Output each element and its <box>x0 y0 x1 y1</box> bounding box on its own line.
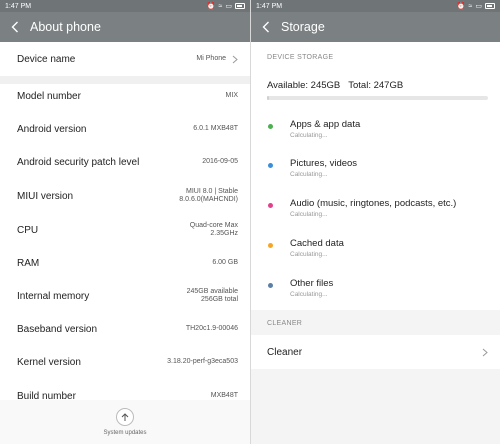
back-button[interactable] <box>8 20 22 34</box>
chevron-left-icon <box>11 21 18 33</box>
battery-icon <box>485 3 495 9</box>
kernel-version-row: Kernel version 3.18.20-perf-g3eca503 <box>0 348 250 376</box>
category-name: Other files <box>290 278 334 289</box>
android-version-row[interactable]: Android version 6.0.1 MXB48T <box>0 115 250 143</box>
storage-screen: 1:47 PM ⏰ ≈ ▭ Storage DEVICE STORAGE Ava… <box>251 0 500 444</box>
chevron-left-icon <box>262 21 269 33</box>
row-label: Baseband version <box>17 323 98 335</box>
category-apps[interactable]: Apps & app data Calculating... <box>267 119 492 155</box>
storage-summary: Available: 245GB Total: 247GB <box>267 80 411 91</box>
cleaner-label: Cleaner <box>267 346 303 358</box>
security-patch-row: Android security patch level 2016-09-05 <box>0 148 250 176</box>
page-title: About phone <box>30 20 101 34</box>
alarm-icon: ⏰ <box>206 2 216 10</box>
legend-dot <box>268 283 273 288</box>
back-button[interactable] <box>259 20 273 34</box>
status-bar: 1:47 PM ⏰ ≈ ▭ <box>0 0 250 12</box>
cpu-row: CPU Quad-core Max 2.35GHz <box>0 215 250 245</box>
battery-icon <box>235 3 245 9</box>
total-text: Total: 247GB <box>348 80 404 91</box>
row-label: RAM <box>17 257 40 269</box>
device-name-row[interactable]: Device name Mi Phone <box>0 42 250 76</box>
internal-memory-row[interactable]: Internal memory 245GB available 256GB to… <box>0 281 250 311</box>
row-value: MIUI 8.0 | Stable 8.0.6.0(MAHCNDI) <box>179 187 238 203</box>
row-label: Model number <box>17 91 81 102</box>
wifi-icon: ≈ <box>218 2 223 10</box>
system-updates-button[interactable] <box>116 408 134 426</box>
status-time: 1:47 PM <box>256 2 283 10</box>
row-value: TH20c1.9-00046 <box>185 324 238 332</box>
row-value: MXB48T <box>210 391 238 399</box>
row-value: 6.0.1 MXB48T <box>193 124 238 132</box>
row-label: Device name <box>17 53 76 65</box>
row-label: CPU <box>17 224 39 236</box>
legend-dot <box>268 243 273 248</box>
about-phone-screen: 1:47 PM ⏰ ≈ ▭ About phone Device name Mi… <box>0 0 250 444</box>
row-value: Mi Phone <box>196 54 226 62</box>
category-cached[interactable]: Cached data Calculating... <box>267 238 492 274</box>
row-value: 245GB available 256GB total <box>186 287 238 303</box>
legend-dot <box>268 124 273 129</box>
row-label: Android security patch level <box>17 156 140 168</box>
page-title: Storage <box>281 20 325 34</box>
storage-usage-fill <box>267 96 270 100</box>
row-label: Android version <box>17 123 87 135</box>
device-storage-header: DEVICE STORAGE <box>267 54 334 61</box>
row-value: 3.18.20-perf-g3eca503 <box>167 357 238 365</box>
sim-icon: ▭ <box>225 2 232 10</box>
section-divider <box>0 76 250 84</box>
category-name: Pictures, videos <box>290 158 358 169</box>
sim-icon: ▭ <box>475 2 482 10</box>
arrow-up-icon <box>121 412 129 421</box>
category-pictures[interactable]: Pictures, videos Calculating... <box>267 158 492 194</box>
category-other[interactable]: Other files Calculating... <box>267 278 492 314</box>
category-name: Cached data <box>290 238 344 249</box>
status-icons: ⏰ ≈ ▭ <box>207 3 245 10</box>
chevron-right-icon <box>232 55 238 63</box>
row-label: Internal memory <box>17 290 90 302</box>
category-audio[interactable]: Audio (music, ringtones, podcasts, etc.)… <box>267 198 492 234</box>
title-bar: Storage <box>251 12 500 42</box>
legend-dot <box>268 163 273 168</box>
category-status: Calculating... <box>290 132 328 139</box>
title-bar: About phone <box>0 12 250 42</box>
model-number-row: Model number MIX <box>0 84 250 109</box>
status-icons: ⏰ ≈ ▭ <box>457 3 495 10</box>
system-updates-bar: System updates <box>0 400 250 444</box>
storage-usage-bar <box>267 96 488 100</box>
row-value: 6.00 GB <box>212 258 238 266</box>
miui-version-row[interactable]: MIUI version MIUI 8.0 | Stable 8.0.6.0(M… <box>0 181 250 211</box>
category-status: Calculating... <box>290 291 328 298</box>
status-bar: 1:47 PM ⏰ ≈ ▭ <box>251 0 500 12</box>
baseband-version-row: Baseband version TH20c1.9-00046 <box>0 315 250 343</box>
row-label: MIUI version <box>17 190 74 202</box>
category-name: Audio (music, ringtones, podcasts, etc.) <box>290 198 457 209</box>
category-name: Apps & app data <box>290 119 361 130</box>
row-value: MIX <box>225 92 238 100</box>
category-status: Calculating... <box>290 171 328 178</box>
alarm-icon: ⏰ <box>456 2 466 10</box>
available-text: Available: 245GB <box>267 80 341 91</box>
row-value: Quad-core Max 2.35GHz <box>189 221 238 237</box>
row-label: Kernel version <box>17 356 81 368</box>
status-time: 1:47 PM <box>5 2 32 10</box>
wifi-icon: ≈ <box>468 2 473 10</box>
category-status: Calculating... <box>290 211 328 218</box>
chevron-right-icon <box>482 348 488 356</box>
system-updates-label: System updates <box>103 430 147 436</box>
legend-dot <box>268 203 273 208</box>
category-status: Calculating... <box>290 251 328 258</box>
row-value: 2016-09-05 <box>202 157 238 165</box>
cleaner-row[interactable]: Cleaner <box>251 335 500 369</box>
cleaner-header: CLEANER <box>267 320 303 327</box>
ram-row: RAM 6.00 GB <box>0 249 250 277</box>
